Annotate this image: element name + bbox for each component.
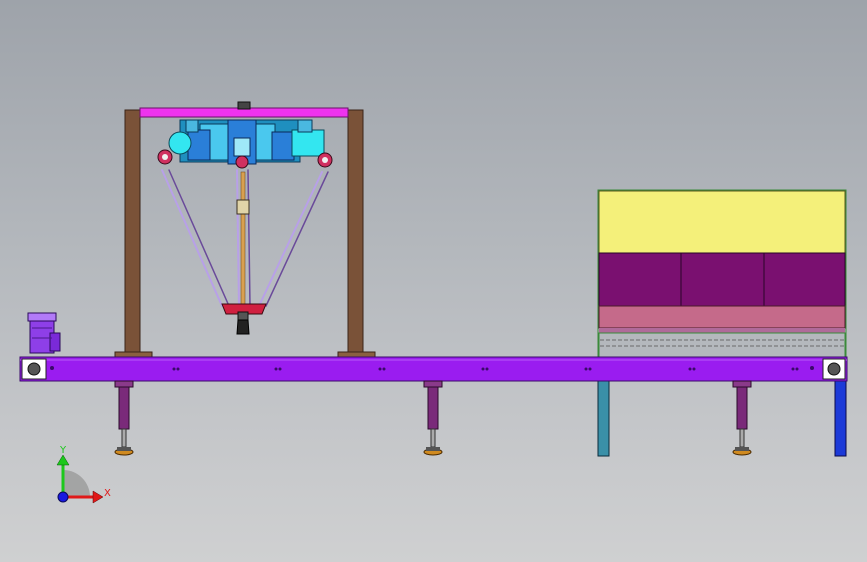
right-servo-gearbox [271,131,295,161]
conveyor-drive-motor[interactable] [27,312,61,354]
telescopic-shaft [240,171,246,307]
motor-gearbox [49,332,61,352]
gripper-mount [237,311,249,321]
cabinet-panel-2 [680,252,765,308]
arm-joint-right [317,152,333,168]
delta-robot[interactable] [157,119,333,335]
cabinet-leg-left [597,379,610,457]
leg-2 [423,380,443,456]
cabinet-panel-3 [763,252,846,308]
gripper-icon[interactable] [236,319,250,335]
cabinet-top-panel [598,190,846,254]
conveyor-legs [114,380,752,456]
frame-post-right[interactable] [347,109,364,356]
cabinet-band [598,305,846,329]
z-axis-dot [57,491,69,503]
shaft-coupling [236,199,250,215]
robot-center-window [233,137,251,157]
conveyor[interactable] [19,356,848,382]
conveyor-beam[interactable] [19,356,848,382]
cabinet-lower-strip [599,328,845,333]
frame-base-plate-left [114,351,153,358]
assembly-scene: Y X [19,101,848,504]
triad-y-label: Y [59,445,67,456]
leg-1 [114,380,134,456]
left-servo-cap [185,119,199,133]
cabinet-rail [598,332,846,358]
coordinate-triad[interactable]: Y X [56,445,111,504]
top-bracket [237,101,251,110]
arm-joint-center [235,155,249,169]
right-servo-cap [297,119,313,133]
packing-cabinet[interactable] [597,189,847,457]
frame-post-left[interactable] [124,109,141,356]
triad-rotation-arc [63,470,90,497]
right-servo-motor[interactable] [291,129,325,157]
motor-cap [27,312,57,322]
arm-joint-left [157,149,173,165]
leg-3 [732,380,752,456]
triad-x-label: X [104,488,111,499]
cabinet-panel-1 [598,252,682,308]
frame-base-plate-right [337,351,376,358]
left-servo-motor[interactable] [168,131,192,155]
cabinet-leg-right [834,379,847,457]
cad-viewport[interactable]: Y X [0,0,867,562]
